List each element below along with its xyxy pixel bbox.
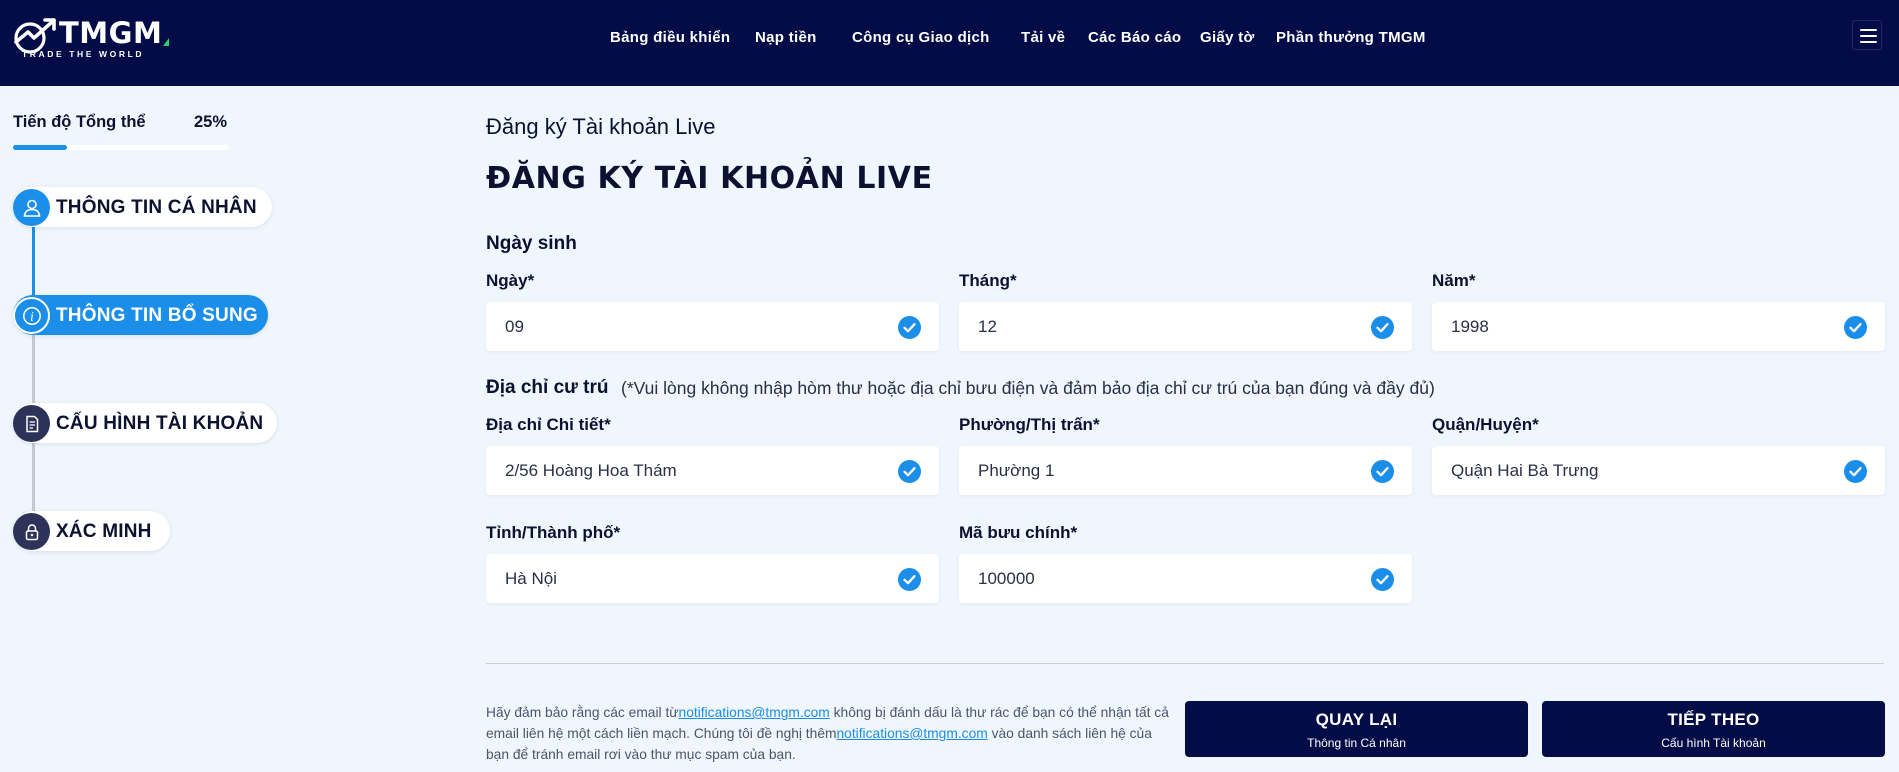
dob-section-title: Ngày sinh [486, 233, 577, 254]
day-label: Ngày* [486, 271, 535, 290]
breadcrumb: Đăng ký Tài khoản Live [486, 114, 716, 139]
tmgm-logo[interactable]: TMGM TRADE THE WORLD [12, 16, 169, 60]
check-icon [1844, 460, 1867, 483]
nav-trading-tools[interactable]: Công cụ Giao dịch [852, 29, 990, 46]
notification-email-link[interactable]: notifications@tmgm.com [679, 705, 830, 720]
nav-deposit[interactable]: Nạp tiền [755, 29, 817, 46]
address-detail-label: Địa chỉ Chi tiết* [486, 415, 611, 434]
city-field[interactable]: Hà Nội [486, 554, 939, 603]
step-label: THÔNG TIN BỔ SUNG [56, 305, 258, 326]
logo-text: TMGM [59, 16, 163, 50]
address-detail-value: 2/56 Hoàng Hoa Thám [505, 461, 677, 480]
step-label: CẤU HÌNH TÀI KHOẢN [56, 413, 264, 434]
postal-code-value: 100000 [978, 569, 1035, 588]
day-field[interactable]: 09 [486, 302, 939, 351]
district-value: Quận Hai Bà Trưng [1451, 461, 1599, 480]
postal-code-label: Mã bưu chính* [959, 523, 1078, 542]
year-value: 1998 [1451, 317, 1489, 336]
district-label: Quận/Huyện* [1432, 415, 1539, 434]
back-button[interactable]: QUAY LẠI Thông tin Cá nhân [1185, 701, 1528, 757]
address-note: (*Vui lòng không nhập hòm thư hoặc địa c… [621, 378, 1435, 398]
check-icon [1371, 460, 1394, 483]
ward-label: Phường/Thị trấn* [959, 415, 1100, 434]
month-label: Tháng* [959, 271, 1017, 290]
check-icon [898, 568, 921, 591]
year-label: Năm* [1432, 271, 1476, 290]
back-button-label: QUAY LẠI [1315, 710, 1398, 729]
month-field[interactable]: 12 [959, 302, 1412, 351]
ward-value: Phường 1 [978, 461, 1055, 480]
svg-text:i: i [30, 310, 34, 324]
nav-dashboard[interactable]: Bảng điều khiển [610, 29, 730, 46]
check-icon [1371, 568, 1394, 591]
district-field[interactable]: Quận Hai Bà Trưng [1432, 446, 1885, 495]
page-title: ĐĂNG KÝ TÀI KHOẢN LIVE [486, 161, 933, 196]
email-notice-text: Hãy đảm bảo rằng các email từ [486, 705, 679, 720]
progress-bar-fill [13, 145, 67, 150]
address-detail-field[interactable]: 2/56 Hoàng Hoa Thám [486, 446, 939, 495]
month-value: 12 [978, 317, 997, 336]
year-field[interactable]: 1998 [1432, 302, 1885, 351]
step-verification[interactable]: XÁC MINH [13, 511, 170, 551]
info-icon: i [13, 297, 50, 334]
notification-email-link[interactable]: notifications@tmgm.com [836, 726, 987, 741]
progress-percent: 25% [194, 113, 228, 131]
step-personal-info[interactable]: THÔNG TIN CÁ NHÂN [13, 187, 272, 227]
nav-rewards[interactable]: Phần thưởng TMGM [1276, 29, 1426, 46]
lock-icon [13, 513, 50, 550]
next-button-sublabel: Cấu hình Tài khoản [1661, 736, 1766, 750]
next-button[interactable]: TIẾP THEO Cấu hình Tài khoản [1542, 701, 1885, 757]
check-icon [1844, 316, 1867, 339]
city-label: Tỉnh/Thành phố* [486, 523, 621, 542]
step-label: THÔNG TIN CÁ NHÂN [56, 197, 257, 218]
logo-accent-mark [163, 38, 169, 46]
progress-bar [13, 145, 229, 150]
city-value: Hà Nội [505, 569, 557, 588]
check-icon [1371, 316, 1394, 339]
user-icon [13, 189, 50, 226]
document-icon [13, 405, 50, 442]
nav-reports[interactable]: Các Báo cáo [1088, 29, 1181, 46]
day-value: 09 [505, 317, 524, 336]
back-button-sublabel: Thông tin Cá nhân [1307, 736, 1406, 750]
ward-field[interactable]: Phường 1 [959, 446, 1412, 495]
next-button-label: TIẾP THEO [1667, 710, 1760, 729]
email-notice: Hãy đảm bảo rằng các email từnotificatio… [486, 702, 1176, 765]
step-account-config[interactable]: CẤU HÌNH TÀI KHOẢN [13, 403, 277, 443]
logo-tagline: TRADE THE WORLD [22, 49, 145, 59]
nav-downloads[interactable]: Tải về [1021, 29, 1065, 46]
step-additional-info[interactable]: i THÔNG TIN BỔ SUNG [13, 295, 268, 335]
check-icon [898, 316, 921, 339]
postal-code-field[interactable]: 100000 [959, 554, 1412, 603]
address-section-title: Địa chỉ cư trú [486, 377, 609, 398]
check-icon [898, 460, 921, 483]
top-header: TMGM TRADE THE WORLD Bảng điều khiển Nạp… [0, 0, 1899, 86]
step-label: XÁC MINH [56, 521, 152, 542]
nav-documents[interactable]: Giấy tờ [1200, 29, 1254, 46]
hamburger-menu-icon[interactable] [1852, 20, 1882, 50]
divider [486, 663, 1884, 664]
progress-label: Tiến độ Tổng thể [13, 113, 146, 131]
